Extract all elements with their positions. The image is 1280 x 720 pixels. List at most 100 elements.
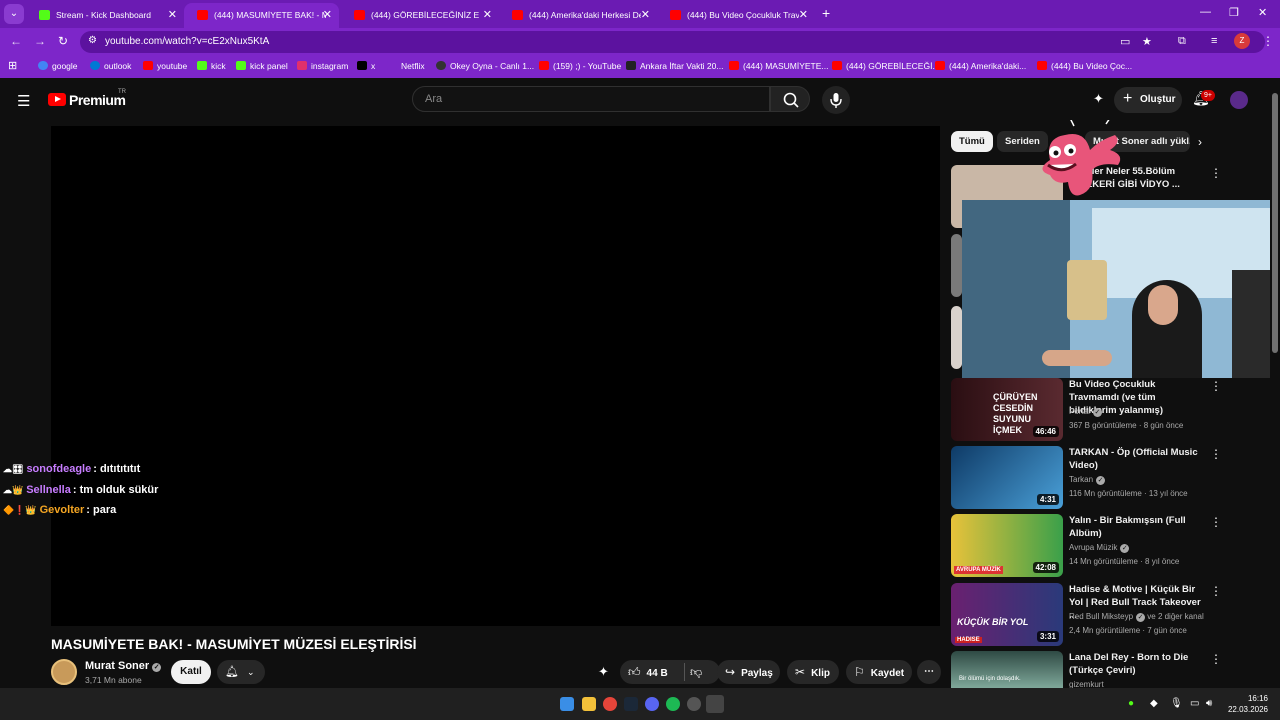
new-tab-button[interactable]: + [822, 5, 830, 21]
tab-close-icon[interactable]: ✕ [641, 8, 650, 21]
steam-tray-icon[interactable]: ◆ [1150, 698, 1158, 709]
video-thumbnail[interactable]: AVRUPA MÜZİK 42:08 [951, 514, 1063, 577]
bookmark-star-icon[interactable]: ★ [1142, 35, 1152, 48]
like-button[interactable]: 👍︎ 44 B [628, 665, 668, 679]
scrollbar-thumb[interactable] [1272, 93, 1278, 353]
bookmark-instagram[interactable]: instagram [297, 61, 348, 71]
bookmark-gorebileceginiz[interactable]: (444) GÖREBİLECEĞİ... [832, 61, 940, 71]
search-input[interactable]: Ara [412, 86, 770, 112]
subscription-bell-button[interactable]: 🔔︎ ⌄ [217, 660, 265, 684]
reading-list-icon[interactable]: ≡ [1211, 35, 1217, 47]
chevron-right-icon[interactable]: › [1198, 135, 1202, 149]
tab-youtube-2[interactable]: (444) GÖREBİLECEĞİNİZ EN ŞEY ✕ [341, 3, 499, 28]
kick-tray-icon[interactable]: ● [1128, 698, 1134, 709]
bookmark-google[interactable]: google [38, 61, 78, 71]
browser-menu-icon[interactable]: ⋮ [1262, 34, 1274, 48]
more-vertical-icon[interactable]: ⋮ [1210, 447, 1222, 461]
maximize-button[interactable]: ❐ [1229, 6, 1239, 19]
back-icon[interactable]: ← [10, 34, 22, 48]
join-button[interactable]: Katıl [171, 660, 211, 684]
tab-search-icon[interactable]: ⌄ [4, 4, 24, 24]
tab-youtube-4[interactable]: (444) Bu Video Çocukluk Travm ✕ [657, 3, 815, 28]
tab-youtube-active[interactable]: (444) MASUMİYETE BAK! - MAS ✕ [184, 3, 339, 28]
window-close-button[interactable]: ✕ [1258, 6, 1267, 19]
create-button[interactable]: + Oluştur [1114, 87, 1182, 113]
clip-button[interactable]: ✂ Klip [787, 660, 839, 684]
more-actions-button[interactable]: ⋯ [917, 660, 941, 684]
tab-close-icon[interactable]: ✕ [799, 8, 808, 21]
ask-sparkle-icon[interactable]: ✦ [598, 664, 609, 680]
video-player[interactable] [51, 126, 940, 626]
bookmark-outlook[interactable]: outlook [90, 61, 131, 71]
video-thumbnail[interactable]: 4:31 [951, 446, 1063, 509]
channel-avatar[interactable] [51, 659, 77, 685]
forward-icon[interactable]: → [34, 34, 46, 48]
more-vertical-icon[interactable]: ⋮ [1210, 166, 1222, 180]
start-icon[interactable] [560, 697, 574, 711]
bookmark-kick[interactable]: kick [197, 61, 226, 71]
tab-kick-dashboard[interactable]: Stream - Kick Dashboard ✕ [26, 3, 184, 28]
bookmark-x[interactable]: x [357, 61, 375, 71]
youtube-logo-icon[interactable] [48, 93, 66, 106]
video-thumbnail[interactable]: KÜÇÜK BİR YOL HADISE 3:31 [951, 583, 1063, 646]
site-info-icon[interactable]: ⚙ [88, 35, 97, 46]
channel-link[interactable]: Avrupa Müzik ✓ [1069, 543, 1130, 553]
discord-icon[interactable] [645, 697, 659, 711]
video-thumbnail[interactable]: Bir ölümü için dolaşdık. [951, 651, 1063, 688]
search-button[interactable] [770, 86, 810, 112]
spotify-icon[interactable] [666, 697, 680, 711]
channel-link[interactable]: Red Bull Miksteyp ✓ ve 2 diğer kanal [1069, 612, 1204, 622]
cast-icon[interactable]: ▭ [1120, 35, 1130, 48]
minimize-button[interactable]: — [1200, 6, 1211, 18]
voice-search-button[interactable] [822, 86, 850, 114]
bookmark-masumiyete[interactable]: (444) MASUMİYETE... [729, 61, 829, 71]
channel-link[interactable]: Portal ✓ [1069, 407, 1102, 417]
apps-grid-icon[interactable]: ⊞ [8, 59, 17, 72]
bookmark-netflix[interactable]: Netflix [387, 61, 425, 71]
obs-icon[interactable] [687, 697, 701, 711]
channel-name[interactable]: Murat Soner ✓ [85, 660, 162, 672]
file-explorer-icon[interactable] [582, 697, 596, 711]
save-button[interactable]: ⚐ Kaydet [846, 660, 912, 684]
dislike-button[interactable]: 👎︎ [690, 660, 708, 686]
bookmark-ankara-iftar[interactable]: Ankara İftar Vakti 20... [626, 61, 723, 71]
share-button[interactable]: ↪ Paylaş [717, 660, 780, 684]
channel-link[interactable]: Tarkan ✓ [1069, 475, 1106, 485]
chrome-icon[interactable] [603, 697, 617, 711]
video-thumbnail[interactable] [951, 306, 962, 369]
steam-icon[interactable] [624, 697, 638, 711]
hamburger-menu-icon[interactable]: ☰ [17, 92, 30, 110]
video-title-link[interactable]: Yalın - Bir Bakmışsın (Full Albüm) [1069, 514, 1204, 540]
chip-all[interactable]: Tümü [951, 131, 993, 152]
video-title-link[interactable]: TARKAN - Öp (Official Music Video) [1069, 446, 1204, 472]
more-vertical-icon[interactable]: ⋮ [1210, 652, 1222, 666]
youtube-logo-text[interactable]: Premium [69, 92, 126, 108]
tab-youtube-3[interactable]: (444) Amerika'daki Herkesi Ded ✕ [499, 3, 657, 28]
more-vertical-icon[interactable]: ⋮ [1210, 515, 1222, 529]
sparkle-icon[interactable]: ✦ [1093, 91, 1104, 107]
network-icon[interactable]: ▭ [1190, 698, 1199, 709]
tab-close-icon[interactable]: ✕ [168, 8, 177, 21]
bookmark-youtube-159[interactable]: (159) ;) - YouTube [539, 61, 621, 71]
profile-avatar[interactable]: Z [1234, 33, 1250, 49]
video-thumbnail[interactable]: ÇÜRÜYEN CESEDİN SUYUNU İÇMEK 46:46 [951, 378, 1063, 441]
bookmark-youtube[interactable]: youtube [143, 61, 187, 71]
microphone-tray-icon[interactable]: 🎙︎ [1170, 698, 1183, 709]
more-vertical-icon[interactable]: ⋮ [1210, 379, 1222, 393]
tab-close-icon[interactable]: ✕ [483, 8, 492, 21]
steam-active-icon[interactable] [706, 695, 724, 713]
extensions-icon[interactable]: ⧉ [1178, 35, 1186, 48]
volume-icon[interactable]: 🔊︎ [1206, 698, 1212, 709]
tab-close-icon[interactable]: ✕ [323, 8, 332, 21]
bookmark-bu-video[interactable]: (444) Bu Video Çoc... [1037, 61, 1132, 71]
bookmark-amerika[interactable]: (444) Amerika'daki... [935, 61, 1026, 71]
taskbar-clock[interactable]: 16:16 22.03.2026 [1224, 693, 1268, 715]
bookmark-okey[interactable]: Okey Oyna - Canlı 1... [436, 61, 534, 71]
video-title-link[interactable]: Lana Del Rey - Born to Die (Türkçe Çevir… [1069, 651, 1204, 677]
video-thumbnail[interactable] [951, 234, 962, 297]
more-vertical-icon[interactable]: ⋮ [1210, 584, 1222, 598]
reload-icon[interactable]: ↻ [58, 34, 68, 48]
bookmark-kick-panel[interactable]: kick panel [236, 61, 288, 71]
account-avatar[interactable] [1230, 91, 1248, 109]
page-scrollbar[interactable] [1270, 78, 1280, 688]
